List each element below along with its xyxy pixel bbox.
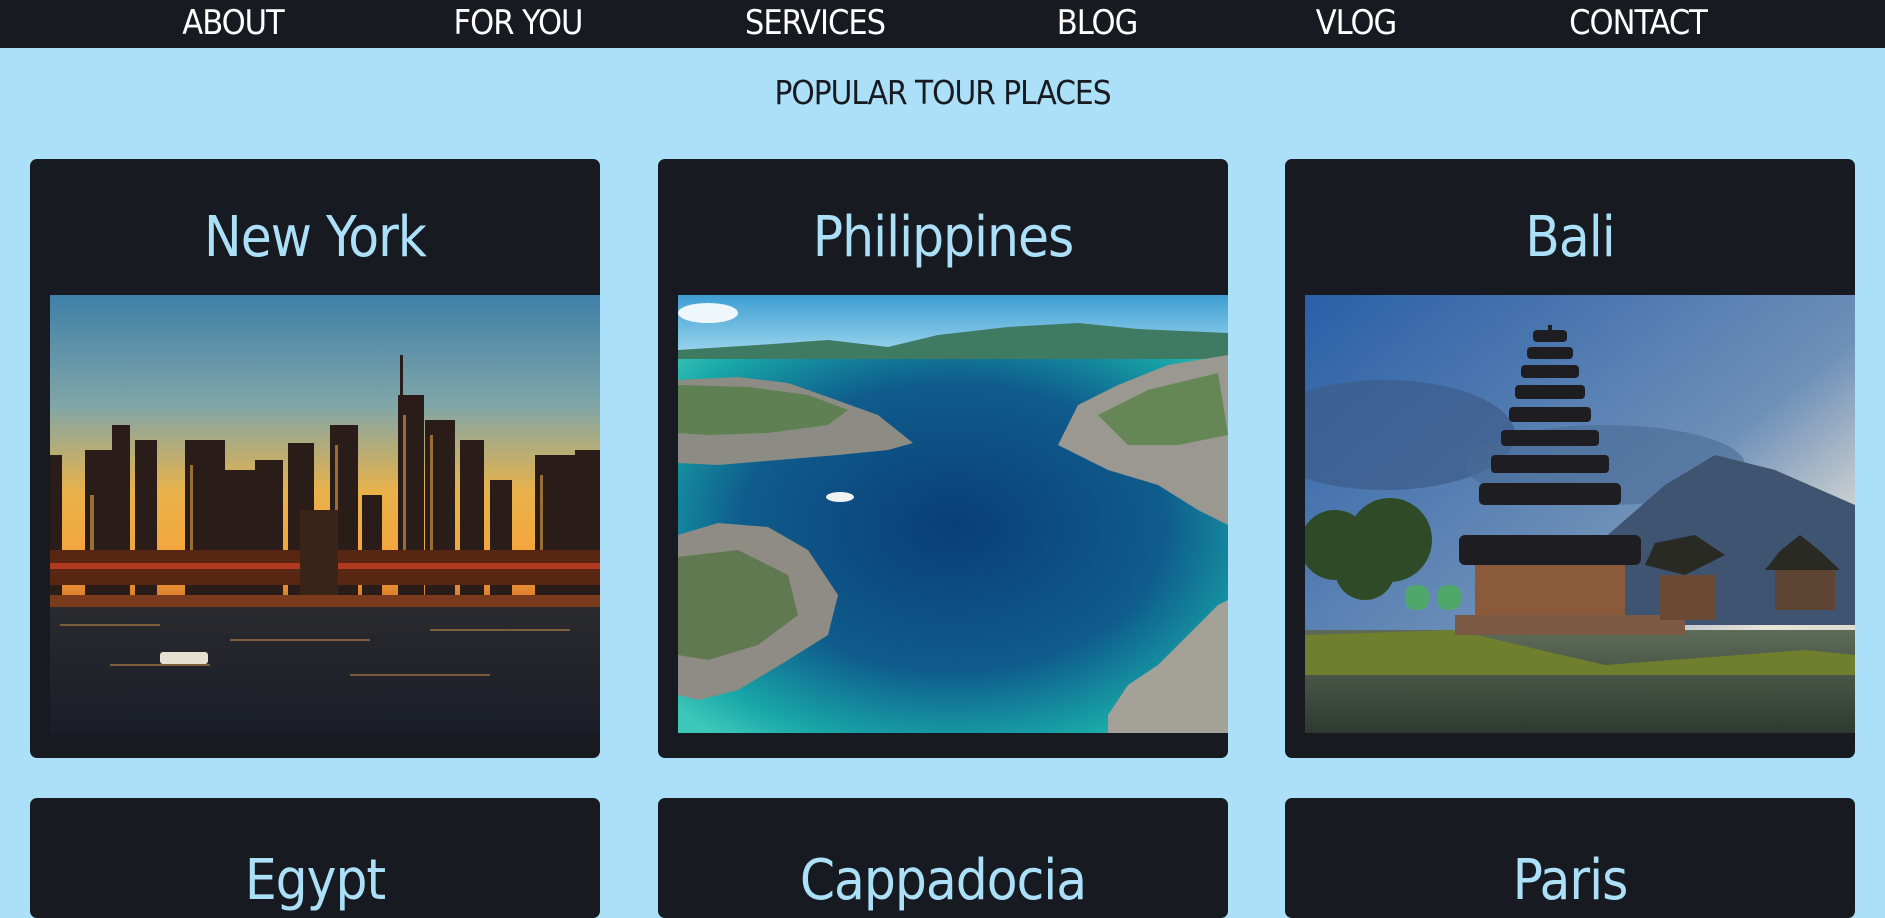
nav-link-contact[interactable]: CONTACT (1569, 0, 1708, 46)
card-title: Philippines (812, 205, 1075, 270)
place-card-philippines[interactable]: Philippines (658, 159, 1228, 758)
nav-link-services[interactable]: SERVICES (745, 0, 886, 46)
top-navbar: ABOUT FOR YOU SERVICES BLOG VLOG CONTACT (0, 0, 1885, 48)
card-title: Bali (1525, 205, 1615, 270)
place-card-new-york[interactable]: New York (30, 159, 600, 758)
nav-link-about[interactable]: ABOUT (182, 0, 284, 46)
nav-link-for-you[interactable]: FOR YOU (454, 0, 584, 46)
place-card-egypt[interactable]: Egypt (30, 798, 600, 918)
card-title: New York (204, 205, 427, 270)
card-title: Paris (1512, 848, 1629, 913)
place-card-paris[interactable]: Paris (1285, 798, 1855, 918)
place-card-cappadocia[interactable]: Cappadocia (658, 798, 1228, 918)
philippines-lagoon-image (678, 295, 1228, 733)
nav-link-blog[interactable]: BLOG (1057, 0, 1139, 46)
bali-temple-image (1305, 295, 1855, 733)
new-york-skyline-image (50, 295, 600, 733)
section-title: POPULAR TOUR PLACES (774, 73, 1111, 112)
nav-link-vlog[interactable]: VLOG (1316, 0, 1398, 46)
card-title: Cappadocia (799, 848, 1087, 913)
place-card-bali[interactable]: Bali (1285, 159, 1855, 758)
card-title: Egypt (244, 848, 386, 913)
